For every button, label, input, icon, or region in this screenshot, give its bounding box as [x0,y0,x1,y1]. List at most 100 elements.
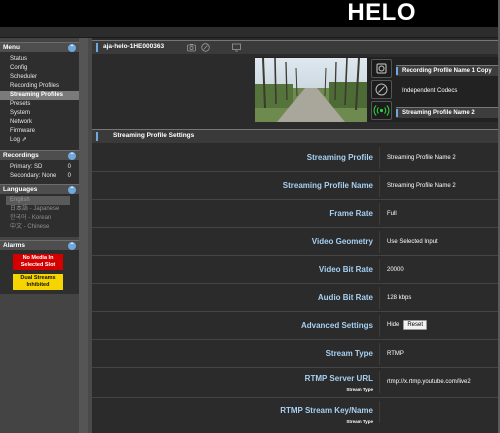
sidebar-item-network[interactable]: Network [0,118,79,127]
main-content: aja-helo-1HE000363 Recording Profile Nam… [92,38,500,433]
sidebar-item-firmware[interactable]: Firmware [0,127,79,136]
collapse-icon[interactable]: ⌃ [68,44,76,52]
top-bar: HELO [0,0,500,27]
language-option-english[interactable]: English [6,196,70,205]
section-title: Streaming Profile Settings [113,132,195,139]
recording-row-primary: Primary: SD 0 [0,163,79,172]
record-icon [376,63,387,74]
setting-value[interactable]: RTMP [387,351,404,357]
helo-web-ui: HELO Menu ⌃ Status Config Scheduler Reco… [0,0,500,433]
setting-label: Video Geometry [311,237,373,246]
hide-toggle[interactable]: Hide [387,322,399,328]
camera-icon[interactable] [187,43,196,52]
setting-row-frame-rate[interactable]: Frame Rate Full [92,200,500,228]
brand-logo: HELO [347,0,416,26]
device-name: aja-helo-1HE000363 [103,43,165,50]
setting-label: Stream Type [325,349,373,358]
setting-row-streaming-profile[interactable]: Streaming Profile Streaming Profile Name… [92,144,500,172]
sidebar-item-log[interactable]: Log ⇗ [0,136,79,145]
setting-label: Frame Rate [329,209,373,218]
setting-label: Streaming Profile Name [282,181,373,190]
setting-row-advanced[interactable]: Advanced Settings Hide Reset [92,312,500,340]
record-button[interactable] [371,59,392,78]
stream-button[interactable] [371,101,392,120]
setting-label: Audio Bit Rate [317,293,373,302]
setting-value[interactable]: 128 kbps [387,295,411,301]
setting-row-stream-type[interactable]: Stream Type RTMP [92,340,500,368]
recordings-panel-header[interactable]: Recordings ⌃ [0,150,79,160]
setting-label: Advanced Settings [300,321,373,330]
streaming-profile-label[interactable]: Streaming Profile Name 2 [396,107,500,118]
setting-value[interactable]: Full [387,211,397,217]
codecs-label: Independent Codecs [396,86,500,97]
setting-label: RTMP Stream Key/Name [280,406,373,415]
menu-panel-header[interactable]: Menu ⌃ [0,42,79,52]
recording-slot-label: Primary: SD [10,164,43,170]
collapse-icon[interactable]: ⌃ [68,186,76,194]
link-icon[interactable] [201,43,210,52]
preview-area: Recording Profile Name 1 Copy Independen… [255,57,500,122]
setting-value[interactable]: Streaming Profile Name 2 [387,183,456,189]
accent-bar [96,132,98,141]
row-divider [379,259,380,281]
setting-row-rtmp-stream-key[interactable]: RTMP Stream Key/Name Stream Type [92,398,500,433]
advanced-controls: Hide Reset [387,320,428,330]
languages-panel-title: Languages [3,186,38,193]
setting-row-profile-name[interactable]: Streaming Profile Name Streaming Profile… [92,172,500,200]
reset-button[interactable]: Reset [403,320,428,330]
row-divider [379,287,380,309]
language-option-korean[interactable]: 한국어 - Korean [0,214,79,223]
setting-row-rtmp-server-url[interactable]: RTMP Server URL Stream Type rtmp://x.rtm… [92,368,500,398]
recording-row-secondary: Secondary: None 0 [0,172,79,181]
alarm-dual-streams: Dual Streams Inhibited [13,274,63,290]
languages-panel: Languages ⌃ English 日本語 - Japanese 한국어 -… [0,184,79,237]
accent-bar [396,109,398,117]
video-preview-thumbnail [255,58,367,122]
streaming-profile-text: Streaming Profile Name 2 [402,110,475,116]
setting-sublabel: Stream Type [346,419,373,424]
setting-row-audio-bit-rate[interactable]: Audio Bit Rate 128 kbps [92,284,500,312]
sidebar-item-config[interactable]: Config [0,64,79,73]
sidebar-item-recording-profiles[interactable]: Recording Profiles [0,82,79,91]
setting-value[interactable]: rtmp://x.rtmp.youtube.com/live2 [387,379,471,385]
codecs-text: Independent Codecs [402,88,458,94]
row-divider [379,371,380,393]
section-header: Streaming Profile Settings [92,129,500,143]
independent-codecs-button[interactable] [371,80,392,99]
alarms-panel-title: Alarms [3,242,26,249]
collapse-icon[interactable]: ⌃ [68,242,76,250]
row-divider [379,147,380,169]
sidebar-item-system[interactable]: System [0,109,79,118]
menu-panel-title: Menu [3,44,20,51]
recording-count: 0 [67,164,71,170]
row-divider [379,175,380,197]
sidebar-item-presets[interactable]: Presets [0,100,79,109]
display-icon[interactable] [232,43,241,52]
row-divider [379,203,380,225]
recording-profile-label[interactable]: Recording Profile Name 1 Copy [396,65,500,76]
stream-icon [373,105,390,116]
sidebar-item-streaming-profiles[interactable]: Streaming Profiles [0,91,79,100]
language-option-japanese[interactable]: 日本語 - Japanese [0,205,79,214]
accent-bar [96,43,98,52]
collapse-icon[interactable]: ⌃ [68,152,76,160]
sidebar-item-status[interactable]: Status [0,55,79,64]
setting-label: Video Bit Rate [318,265,373,274]
setting-value[interactable]: 20000 [387,267,404,273]
recording-profile-text: Recording Profile Name 1 Copy [402,68,492,74]
languages-panel-header[interactable]: Languages ⌃ [0,184,79,194]
language-option-chinese[interactable]: 中文 - Chinese [0,223,79,232]
recordings-panel-title: Recordings [3,152,39,159]
sub-bar [0,27,500,38]
setting-label: Streaming Profile [306,153,373,162]
setting-value[interactable]: Streaming Profile Name 2 [387,155,456,161]
row-divider [379,401,380,423]
sidebar-item-scheduler[interactable]: Scheduler [0,73,79,82]
sidebar: Menu ⌃ Status Config Scheduler Recording… [0,38,88,433]
setting-label: RTMP Server URL [304,374,373,383]
setting-row-video-geometry[interactable]: Video Geometry Use Selected Input [92,228,500,256]
setting-row-video-bit-rate[interactable]: Video Bit Rate 20000 [92,256,500,284]
setting-value[interactable]: Use Selected Input [387,239,438,245]
alarms-panel-header[interactable]: Alarms ⌃ [0,240,79,250]
setting-sublabel: Stream Type [346,387,373,392]
